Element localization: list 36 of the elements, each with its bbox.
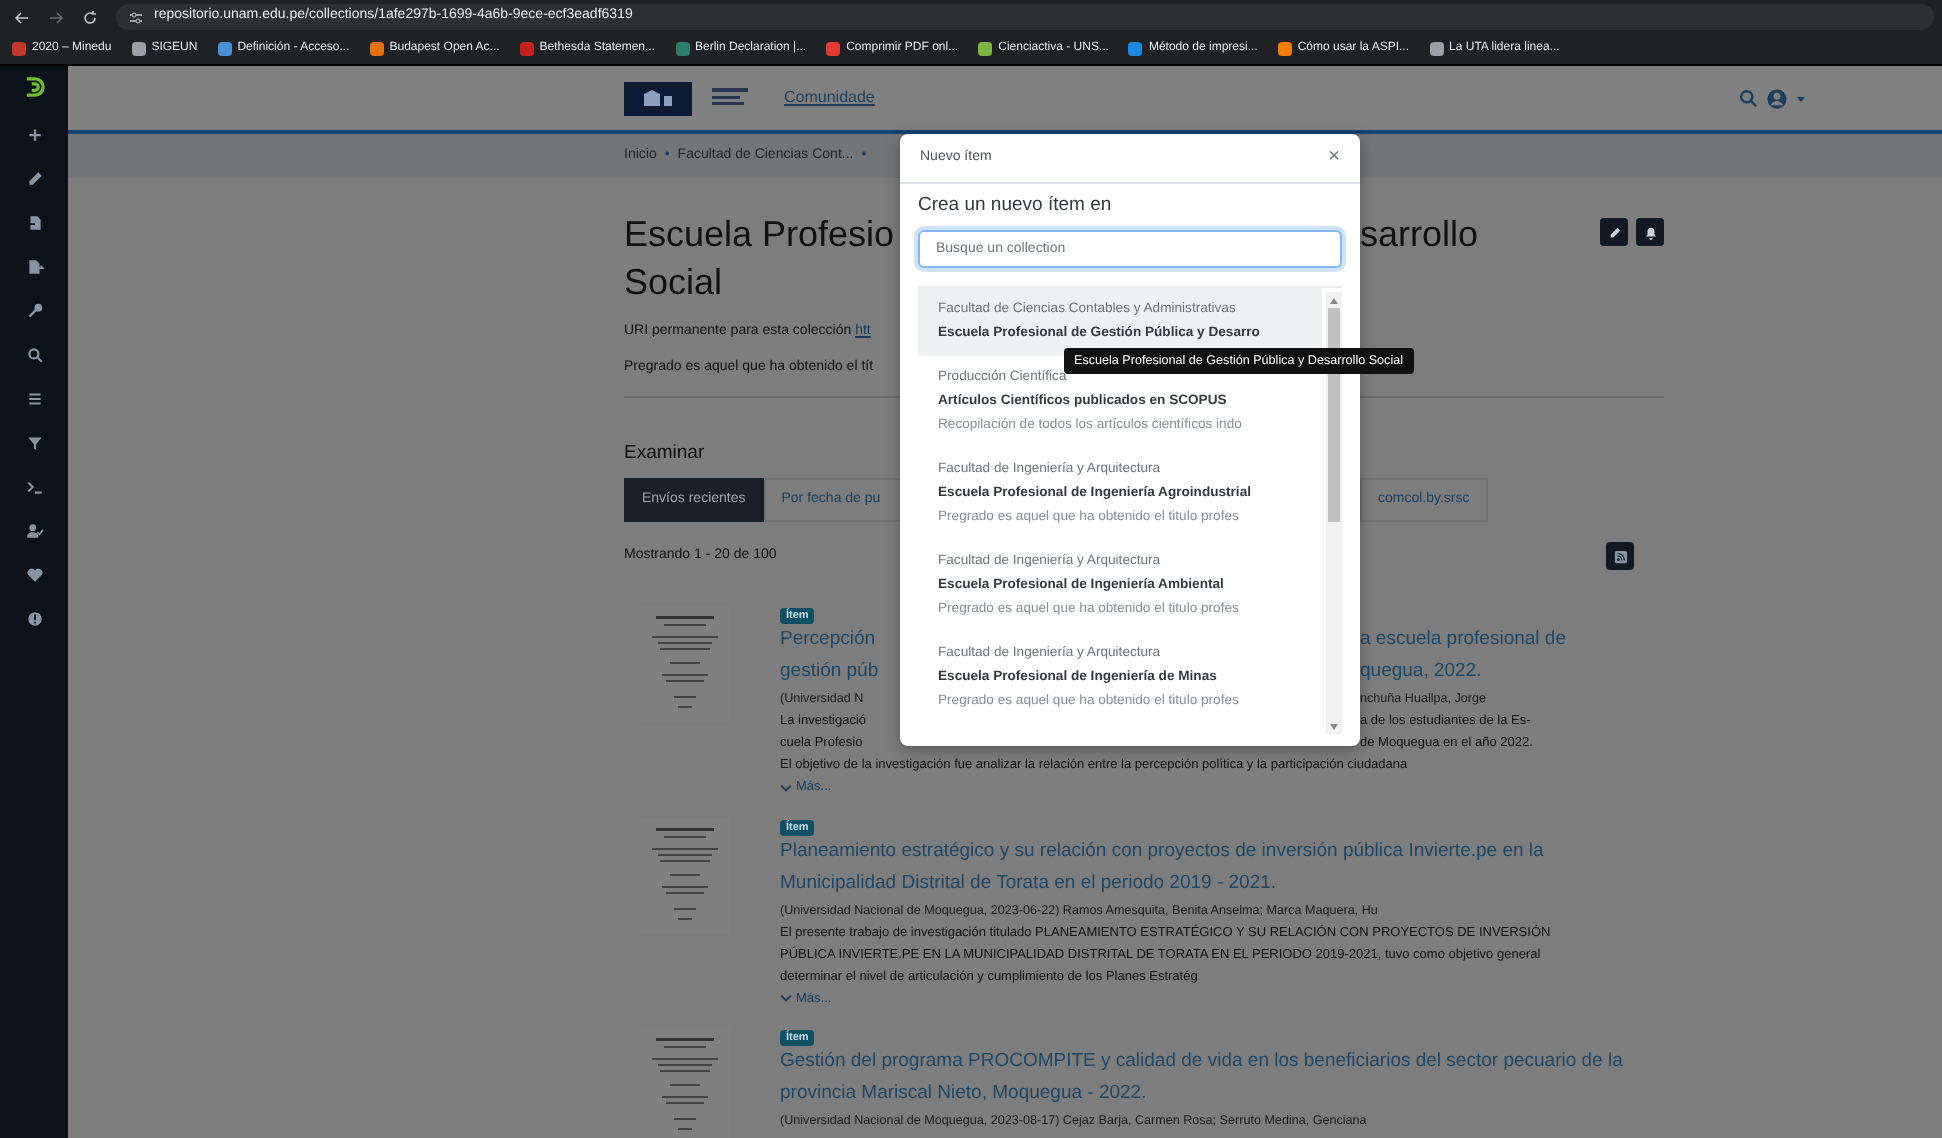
search-icon[interactable] <box>1738 88 1758 108</box>
close-button[interactable]: × <box>1328 148 1340 168</box>
file-arrow-icon[interactable] <box>25 258 43 276</box>
terminal-icon[interactable] <box>25 478 43 496</box>
key-icon[interactable] <box>25 302 43 320</box>
rss-button[interactable] <box>1606 542 1634 571</box>
subscribe-button[interactable] <box>1636 218 1664 246</box>
user-circle-icon[interactable] <box>1766 87 1788 109</box>
user-check-icon[interactable] <box>25 522 43 540</box>
logo-icon[interactable] <box>21 74 47 100</box>
edit-button[interactable] <box>1600 218 1628 246</box>
search-icon[interactable] <box>25 346 43 364</box>
file-arrow-icon[interactable] <box>25 214 43 232</box>
pencil-icon[interactable] <box>25 170 43 188</box>
chevron-down-icon <box>780 992 792 1005</box>
logo-drawing <box>712 86 748 110</box>
collection-title-fragment: Social <box>624 260 723 306</box>
list-icon[interactable] <box>25 390 43 408</box>
collection-title-fragment: sarrollo <box>1360 212 1479 258</box>
rss-icon <box>1613 549 1627 564</box>
plus-icon[interactable] <box>25 126 43 144</box>
caret-icon[interactable] <box>1796 93 1806 103</box>
bell-icon <box>1643 225 1657 239</box>
collection-title-fragment: Escuela Profesio <box>624 212 897 258</box>
info-icon[interactable] <box>25 610 43 628</box>
dialog-heading: Crea un nuevo ítem en <box>918 192 1114 220</box>
logo-icon[interactable] <box>624 81 692 115</box>
forward-arrow-icon[interactable] <box>48 9 64 25</box>
chevron-down-icon <box>780 781 792 794</box>
pencil-icon <box>1607 225 1621 239</box>
site-settings-icon <box>128 9 144 25</box>
back-arrow-icon[interactable] <box>14 9 30 25</box>
filter-icon[interactable] <box>25 434 43 452</box>
heart-icon[interactable] <box>25 566 43 584</box>
reload-icon[interactable] <box>82 9 98 25</box>
section-heading: Examinar <box>624 440 705 468</box>
